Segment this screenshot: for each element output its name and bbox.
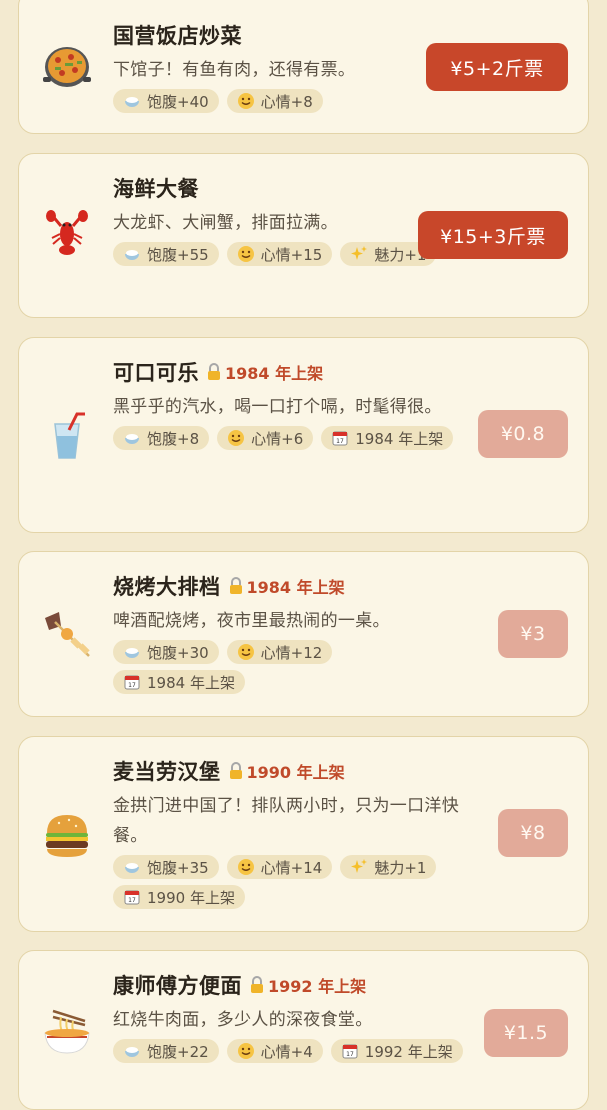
calendar-icon: 17 [123, 888, 141, 906]
smile-icon [227, 429, 245, 447]
lock-icon [229, 762, 243, 780]
satiety-tag: 饱腹+35 [113, 855, 219, 879]
release-year-label: 1984 年上架 [246, 578, 345, 597]
rice-bowl-icon [123, 1042, 141, 1060]
mood-tag: 心情+8 [226, 89, 323, 113]
item-name: 烧烤大排档 [113, 575, 221, 599]
mood-tag: 心情+14 [226, 855, 333, 879]
buy-button[interactable]: ¥15+3斤票 [418, 211, 568, 259]
hamburger-icon [41, 809, 93, 861]
smile-icon [237, 858, 255, 876]
item-description: 啤酒配烧烤，夜市里最热闹的一桌。 [113, 611, 390, 631]
food-item-card: 可口可乐 1984 年上架 黑乎乎的汽水，喝一口打个嗝，时髦得很。 饱腹+8 心… [18, 337, 589, 533]
lock-icon [229, 577, 243, 595]
satiety-tag: 饱腹+22 [113, 1039, 219, 1063]
calendar-icon: 17 [123, 673, 141, 691]
item-name: 康师傅方便面 [113, 974, 242, 998]
rice-bowl-icon [123, 245, 141, 263]
paella-pan-icon [41, 39, 93, 91]
skewer-icon [41, 608, 93, 660]
rice-bowl-icon [123, 92, 141, 110]
release-year-tag: 17 1990 年上架 [113, 885, 245, 909]
svg-text:17: 17 [128, 897, 136, 904]
buy-button[interactable]: ¥1.5 [484, 1009, 568, 1057]
item-name: 可口可乐 [113, 361, 199, 385]
food-item-card: 海鲜大餐 大龙虾、大闸蟹，排面拉满。 饱腹+55 心情+15 魅力+1 ¥15+… [18, 153, 589, 318]
svg-text:17: 17 [336, 438, 344, 445]
lobster-icon [41, 208, 93, 260]
lock-icon [250, 976, 264, 994]
release-year-label: 1990 年上架 [246, 763, 345, 782]
mood-tag: 心情+12 [226, 640, 333, 664]
food-item-card: 烧烤大排档 1984 年上架 啤酒配烧烤，夜市里最热闹的一桌。 饱腹+30 心情… [18, 551, 589, 717]
item-name: 海鲜大餐 [113, 177, 199, 201]
item-description: 黑乎乎的汽水，喝一口打个嗝，时髦得很。 [113, 397, 442, 417]
sparkles-icon [350, 245, 368, 263]
mood-tag: 心情+15 [226, 242, 333, 266]
smile-icon [237, 1042, 255, 1060]
release-year-label: 1984 年上架 [225, 364, 324, 383]
noodle-bowl-icon [41, 1007, 93, 1059]
food-item-card: 国营饭店炒菜 下馆子！有鱼有肉，还得有票。 饱腹+40 心情+8 ¥5+2斤票 [18, 0, 589, 134]
food-item-card: 康师傅方便面 1992 年上架 红烧牛肉面，多少人的深夜食堂。 饱腹+22 心情… [18, 950, 589, 1110]
rice-bowl-icon [123, 858, 141, 876]
release-year-tag: 17 1992 年上架 [330, 1039, 463, 1063]
release-year-tag: 17 1984 年上架 [113, 670, 245, 694]
satiety-tag: 饱腹+40 [113, 89, 219, 113]
release-year-tag: 17 1984 年上架 [321, 426, 454, 450]
item-description: 金拱门进中国了！排队两小时，只为一口洋快餐。 [113, 796, 459, 846]
mood-tag: 心情+4 [226, 1039, 323, 1063]
item-description: 大龙虾、大闸蟹，排面拉满。 [113, 213, 338, 233]
item-name: 国营饭店炒菜 [113, 24, 242, 48]
food-item-card: 麦当劳汉堡 1990 年上架 金拱门进中国了！排队两小时，只为一口洋快餐。 饱腹… [18, 736, 589, 932]
calendar-icon: 17 [341, 1042, 359, 1060]
svg-text:17: 17 [346, 1051, 354, 1058]
rice-bowl-icon [123, 429, 141, 447]
item-description: 下馆子！有鱼有肉，还得有票。 [113, 60, 356, 80]
buy-button[interactable]: ¥0.8 [478, 410, 568, 458]
item-description: 红烧牛肉面，多少人的深夜食堂。 [113, 1010, 373, 1030]
item-name: 麦当劳汉堡 [113, 760, 221, 784]
lock-icon [207, 363, 221, 381]
charm-tag: 魅力+1 [340, 855, 437, 879]
release-year-label: 1992 年上架 [268, 977, 367, 996]
smile-icon [237, 92, 255, 110]
satiety-tag: 饱腹+30 [113, 640, 219, 664]
mood-tag: 心情+6 [217, 426, 314, 450]
buy-button[interactable]: ¥5+2斤票 [426, 43, 568, 91]
smile-icon [237, 643, 255, 661]
satiety-tag: 饱腹+8 [113, 426, 210, 450]
cup-with-straw-icon [41, 410, 93, 462]
buy-button[interactable]: ¥8 [498, 809, 568, 857]
rice-bowl-icon [123, 643, 141, 661]
smile-icon [237, 245, 255, 263]
calendar-icon: 17 [331, 429, 349, 447]
sparkles-icon [350, 858, 368, 876]
svg-text:17: 17 [128, 682, 136, 689]
buy-button[interactable]: ¥3 [498, 610, 568, 658]
satiety-tag: 饱腹+55 [113, 242, 219, 266]
